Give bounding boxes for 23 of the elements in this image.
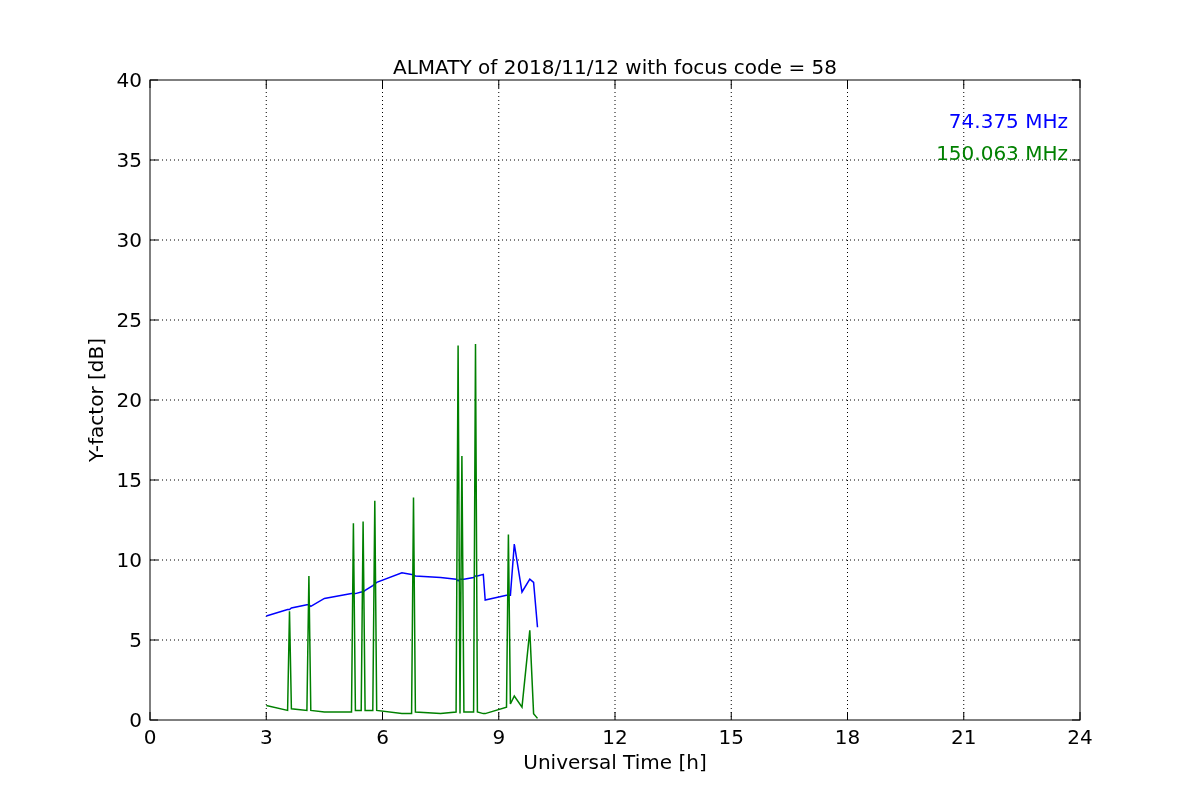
tick-label: 10 (116, 548, 142, 572)
tick-label: 20 (116, 388, 142, 412)
tick-label: 5 (129, 628, 142, 652)
tick-label: 3 (259, 725, 273, 749)
tick-label: 15 (718, 725, 744, 749)
tick-label: 40 (116, 68, 142, 92)
legend-label: 150.063 MHz (936, 141, 1068, 165)
tick-label: 30 (116, 228, 142, 252)
chart-title: ALMATY of 2018/11/12 with focus code = 58 (393, 55, 837, 79)
tick-label: 18 (834, 725, 861, 749)
axis-label: Y-factor [dB] (84, 338, 108, 462)
tick-label: 9 (492, 725, 506, 749)
tick-label: 0 (129, 708, 142, 732)
tick-label: 25 (116, 308, 142, 332)
tick-label: 6 (376, 725, 389, 749)
tick-label: 0 (143, 725, 157, 749)
axis-label: Universal Time [h] (523, 750, 707, 774)
tick-label: 35 (116, 148, 142, 172)
legend-label: 74.375 MHz (948, 109, 1068, 133)
tick-label: 21 (951, 725, 977, 749)
tick-label: 12 (602, 725, 628, 749)
tick-label: 24 (1067, 725, 1093, 749)
tick-label: 15 (116, 468, 142, 492)
